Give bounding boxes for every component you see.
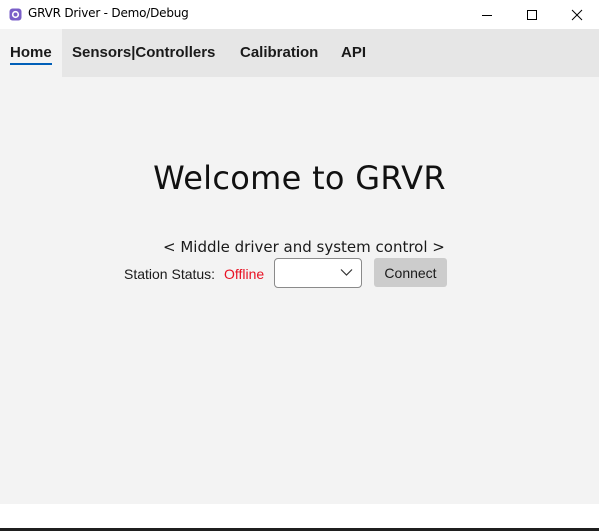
chevron-down-icon — [340, 269, 353, 276]
app-icon — [9, 8, 22, 21]
window-bottom-edge — [0, 504, 599, 531]
maximize-icon — [526, 9, 537, 20]
title-bar: GRVR Driver - Demo/Debug — [0, 0, 599, 29]
tab-home[interactable]: Home — [10, 44, 52, 61]
tab-calibration[interactable]: Calibration — [240, 44, 318, 61]
close-button[interactable] — [554, 0, 599, 29]
maximize-button[interactable] — [509, 0, 554, 29]
station-select[interactable] — [274, 258, 362, 288]
connect-button[interactable]: Connect — [374, 258, 447, 287]
tab-api[interactable]: API — [341, 44, 366, 61]
minimize-button[interactable] — [464, 0, 509, 29]
tab-home-selected-indicator — [10, 63, 52, 65]
home-page: Welcome to GRVR < Middle driver and syst… — [0, 77, 599, 504]
tab-sensors-controllers[interactable]: Sensors|Controllers — [72, 44, 215, 61]
close-icon — [571, 9, 582, 20]
page-title: Welcome to GRVR — [153, 159, 446, 197]
window-title: GRVR Driver - Demo/Debug — [28, 6, 189, 20]
station-status-value: Offline — [224, 266, 265, 282]
nav-bar: Home Sensors|Controllers Calibration API — [0, 29, 599, 77]
page-subtitle: < Middle driver and system control > — [163, 238, 445, 256]
station-status-label: Station Status: — [124, 266, 216, 282]
minimize-icon — [481, 14, 492, 16]
